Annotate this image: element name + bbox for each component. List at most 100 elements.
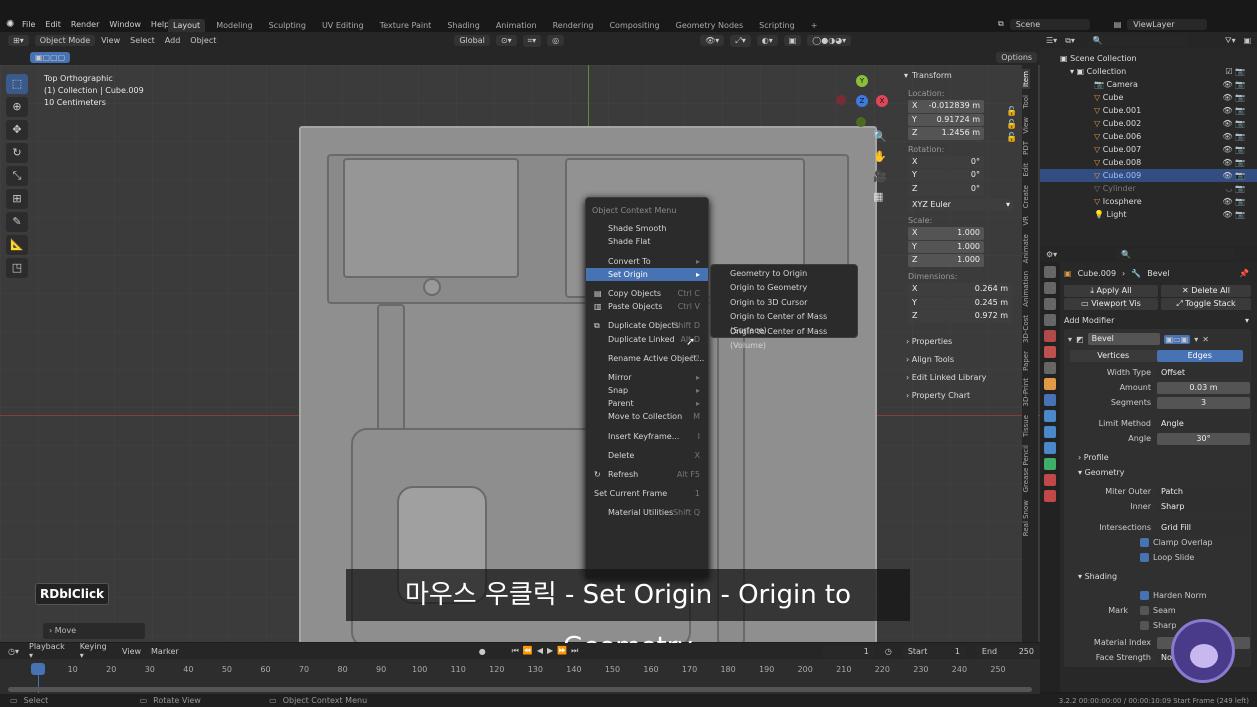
eye-icon[interactable]: 👁 📷 bbox=[1222, 130, 1245, 143]
scene-tab-icon[interactable] bbox=[1044, 330, 1056, 342]
menu-render[interactable]: Render bbox=[71, 20, 99, 29]
lock-icon[interactable]: 🔓 bbox=[1006, 119, 1017, 132]
material-tab-icon[interactable] bbox=[1044, 474, 1056, 486]
menu-playback[interactable]: Playback ▾ bbox=[29, 642, 70, 660]
outliner-editor-icon[interactable]: ☰▾ bbox=[1046, 36, 1057, 45]
delete-all-button[interactable]: ✕ Delete All bbox=[1161, 285, 1251, 297]
transform-panel-title[interactable]: Transform bbox=[912, 71, 952, 80]
rotation-z-field[interactable]: Z 0° bbox=[908, 182, 984, 196]
modifier-crumb[interactable]: Bevel bbox=[1147, 269, 1169, 278]
profile-subpanel[interactable]: › Profile bbox=[1064, 450, 1251, 465]
dimensions-x-field[interactable]: X 0.264 m bbox=[908, 282, 1012, 296]
measure-tool-icon[interactable]: 📐 bbox=[6, 235, 28, 255]
tab-sculpting[interactable]: Sculpting bbox=[264, 19, 311, 32]
menu-item-mirror[interactable]: Mirror ▸ bbox=[586, 371, 708, 384]
sidebar-tab-3d-cost[interactable]: 3D-Cost bbox=[1022, 313, 1030, 345]
render-tab-icon[interactable] bbox=[1044, 282, 1056, 294]
physics-tab-icon[interactable] bbox=[1044, 426, 1056, 438]
outliner-item-light[interactable]: 💡 Light 👁 📷 bbox=[1040, 208, 1257, 221]
menu-item-paste-objects[interactable]: ▥ Paste Objects Ctrl V bbox=[586, 300, 708, 313]
menu-item-snap[interactable]: Snap ▸ bbox=[586, 384, 708, 397]
select-box-mode-icon[interactable]: ▣▢▢▢ bbox=[30, 51, 71, 63]
menu-object[interactable]: Object bbox=[190, 36, 216, 45]
dimensions-z-field[interactable]: Z 0.972 m bbox=[908, 310, 1012, 323]
menu-item-duplicate-objects[interactable]: ⧉ Duplicate Objects Shift D bbox=[586, 319, 708, 332]
texture-tab-icon[interactable] bbox=[1044, 490, 1056, 502]
eye-icon[interactable]: 👁 📷 bbox=[1222, 195, 1245, 208]
rotation-x-field[interactable]: X 0° bbox=[908, 155, 984, 169]
location-x-field[interactable]: X -0.012839 m bbox=[908, 100, 984, 113]
sidebar-tab-pdt[interactable]: PDT bbox=[1022, 139, 1030, 157]
tab-layout[interactable]: Layout bbox=[168, 18, 206, 32]
collection-tab-icon[interactable] bbox=[1044, 362, 1056, 374]
sidebar-tab-paper[interactable]: Paper bbox=[1022, 349, 1030, 373]
options-button[interactable]: Options bbox=[996, 51, 1038, 63]
outliner-item-cube-007[interactable]: ▽ Cube.007 👁 📷 bbox=[1040, 143, 1257, 156]
menu-file[interactable]: File bbox=[22, 20, 35, 29]
rotation-y-field[interactable]: Y 0° bbox=[908, 169, 984, 182]
tab-animation[interactable]: Animation bbox=[491, 19, 542, 32]
add-modifier-button[interactable]: Add Modifier ▾ bbox=[1064, 312, 1257, 329]
sidebar-tab-create[interactable]: Create bbox=[1022, 183, 1030, 210]
menu-item-copy-objects[interactable]: ▤ Copy Objects Ctrl C bbox=[586, 287, 708, 300]
menu-add[interactable]: Add bbox=[165, 36, 181, 45]
shading-subpanel[interactable]: ▾ Shading bbox=[1064, 569, 1251, 584]
shading-modes-icon[interactable]: ◯●◑◕▾ bbox=[807, 35, 852, 46]
sidebar-tab-real-snow[interactable]: Real Snow bbox=[1022, 498, 1030, 538]
eye-icon[interactable]: 👁 📷 bbox=[1222, 104, 1245, 117]
playhead-marker[interactable] bbox=[31, 663, 45, 675]
eye-icon[interactable]: 👁 📷 bbox=[1222, 78, 1245, 91]
outliner-item-cube-001[interactable]: ▽ Cube.001 👁 📷 bbox=[1040, 104, 1257, 117]
modifier-dropdown-icon[interactable]: ▾ bbox=[1194, 335, 1198, 344]
snap-icon[interactable]: ⌗▾ bbox=[522, 34, 542, 47]
menu-window[interactable]: Window bbox=[109, 20, 141, 29]
menu-item-move-to-collection[interactable]: Move to Collection M bbox=[586, 410, 708, 423]
outliner-item-cube-002[interactable]: ▽ Cube.002 👁 📷 bbox=[1040, 117, 1257, 130]
affect-vertices-button[interactable]: Vertices bbox=[1070, 350, 1157, 362]
menu-item-material-utilities[interactable]: Material Utilities Shift Q bbox=[586, 506, 708, 519]
miter-outer-select[interactable]: Patch bbox=[1157, 485, 1250, 498]
display-mode-icon[interactable]: ⧉▾ bbox=[1065, 36, 1075, 46]
close-icon[interactable]: ✕ bbox=[1202, 335, 1209, 344]
menu-edit[interactable]: Edit bbox=[45, 20, 61, 29]
record-icon[interactable]: ● bbox=[479, 647, 486, 656]
3d-viewport[interactable]: Top Orthographic (1) Collection | Cube.0… bbox=[0, 65, 1040, 642]
properties-panel-header[interactable]: › Properties bbox=[906, 333, 1018, 351]
menu-item-convert-to[interactable]: Convert To ▸ bbox=[586, 255, 708, 268]
add-cube-tool-icon[interactable]: ◳ bbox=[6, 258, 28, 278]
outliner-item-cube-008[interactable]: ▽ Cube.008 👁 📷 bbox=[1040, 156, 1257, 169]
dimensions-y-field[interactable]: Y 0.245 m bbox=[908, 296, 1012, 310]
viewport-vis-button[interactable]: ▭ Viewport Vis bbox=[1064, 298, 1158, 310]
checkbox-icon[interactable]: ☑ 📷 bbox=[1225, 65, 1245, 78]
pivot-icon[interactable]: ⊙▾ bbox=[495, 35, 517, 46]
lock-icon[interactable]: 🔓 bbox=[1006, 132, 1017, 145]
data-tab-icon[interactable] bbox=[1044, 458, 1056, 470]
limit-method-select[interactable]: Angle bbox=[1157, 417, 1250, 430]
rotation-mode-select[interactable]: XYZ Euler ▾ bbox=[908, 198, 1014, 212]
outliner-item-cube-009[interactable]: ▽ Cube.009 👁 📷 bbox=[1040, 169, 1257, 182]
tab-compositing[interactable]: Compositing bbox=[604, 19, 664, 32]
end-frame-field[interactable]: End 250 bbox=[975, 645, 1040, 657]
sidebar-tab-edit[interactable]: Edit bbox=[1022, 161, 1030, 179]
camera-view-icon[interactable]: 🎥 bbox=[873, 167, 887, 187]
gizmo-z-axis[interactable]: Z bbox=[856, 95, 868, 107]
timeline-editor-icon[interactable]: ◷▾ bbox=[8, 647, 19, 656]
tab-uv-editing[interactable]: UV Editing bbox=[317, 19, 369, 32]
proportional-edit-icon[interactable]: ◎ bbox=[547, 35, 565, 46]
view-layer-tab-icon[interactable] bbox=[1044, 314, 1056, 326]
scale-y-field[interactable]: Y 1.000 bbox=[908, 240, 984, 254]
sidebar-tab-animation[interactable]: Animation bbox=[1022, 269, 1030, 309]
eye-icon[interactable]: 👁 📷 bbox=[1222, 156, 1245, 169]
properties-search-input[interactable]: 🔍 bbox=[1115, 248, 1236, 260]
menu-item-set-current-frame[interactable]: Set Current Frame 1 bbox=[586, 487, 708, 500]
last-operator-panel[interactable]: › Move bbox=[43, 623, 145, 639]
chevron-down-icon[interactable]: ▾ bbox=[1068, 335, 1072, 344]
sidebar-tab-grease-pencil[interactable]: Grease Pencil bbox=[1022, 443, 1030, 494]
location-y-field[interactable]: Y 0.91724 m bbox=[908, 113, 984, 127]
gizmo-neg-y[interactable] bbox=[856, 117, 866, 127]
outliner-item-cylinder[interactable]: ▽ Cylinder ◡ 📷 bbox=[1040, 182, 1257, 195]
outliner-item-icosphere[interactable]: ▽ Icosphere 👁 📷 bbox=[1040, 195, 1257, 208]
menu-item-origin-to-center-of-mass-volume[interactable]: Origin to Center of Mass (Volume) bbox=[711, 325, 857, 350]
menu-item-insert-keyframe[interactable]: Insert Keyframe... I bbox=[586, 430, 708, 443]
geometry-subpanel[interactable]: ▾ Geometry bbox=[1064, 465, 1251, 480]
